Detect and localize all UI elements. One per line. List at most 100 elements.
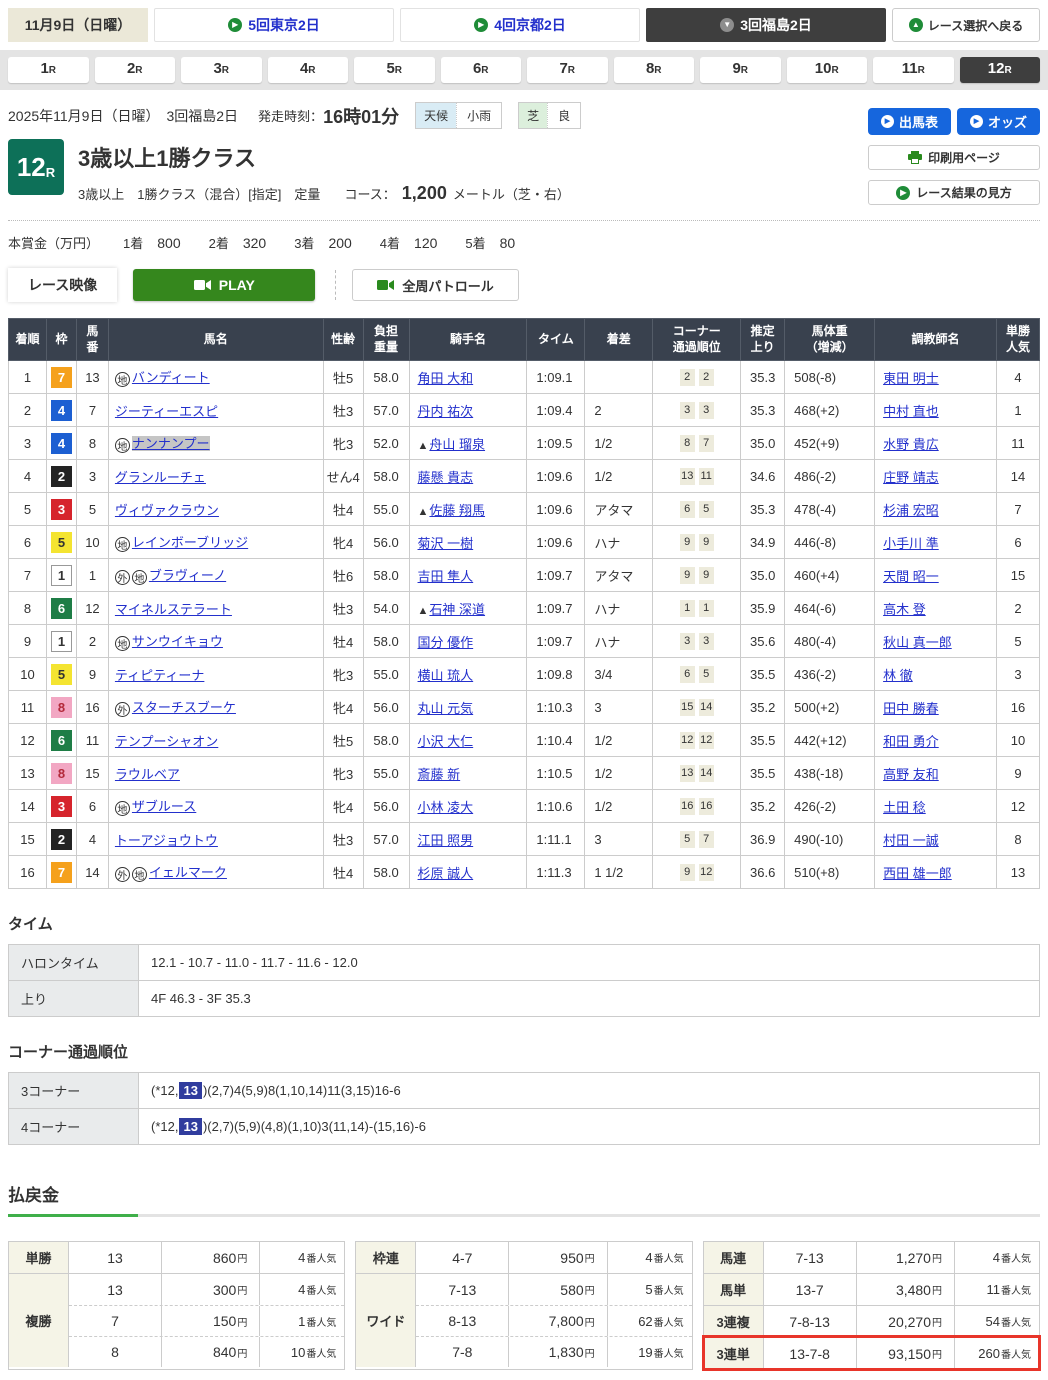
jockey-link[interactable]: 菊沢 一樹 [418, 536, 474, 551]
race-tab-9r[interactable]: 9R [700, 57, 781, 83]
prize-amount: 320 [243, 235, 266, 251]
horse-name-link[interactable]: グランルーチェ [115, 470, 206, 485]
race-tab-6r[interactable]: 6R [441, 57, 522, 83]
yen-suffix: 円 [932, 1314, 942, 1329]
trainer-link[interactable]: 西田 雄一郎 [883, 866, 952, 881]
horse-name-link[interactable]: マイネルステラート [115, 602, 232, 617]
trainer-link[interactable]: 秋山 真一郎 [883, 635, 952, 650]
race-tab-11r[interactable]: 11R [873, 57, 954, 83]
trainer-link[interactable]: 土田 稔 [883, 800, 926, 815]
win-popularity: 15 [996, 559, 1039, 592]
finish-time: 1:09.5 [527, 427, 585, 460]
jockey-link[interactable]: 角田 大和 [418, 371, 474, 386]
trainer-link[interactable]: 高野 友和 [883, 767, 939, 782]
horse-weight: 438(-18) [785, 757, 875, 790]
horse-name-link[interactable]: トーアジョウトウ [115, 833, 218, 848]
jockey-link[interactable]: 小林 凌大 [418, 800, 474, 815]
bet-combination: 4-7 [416, 1242, 508, 1273]
payout-amount: 20,270円 [856, 1306, 955, 1337]
bet-combination: 13-7 [764, 1274, 856, 1305]
estimated-last-3f: 35.9 [741, 592, 785, 625]
jockey-link[interactable]: 吉田 隼人 [418, 569, 474, 584]
odds-button[interactable]: ▶ オッズ [957, 108, 1040, 135]
trainer-link[interactable]: 水野 貴広 [883, 437, 939, 452]
trainer-link[interactable]: 村田 一誠 [883, 833, 939, 848]
horse-name-link[interactable]: ティピティーナ [115, 668, 204, 683]
race-tab-7r[interactable]: 7R [527, 57, 608, 83]
trainer-link[interactable]: 杉浦 宏昭 [883, 503, 939, 518]
race-tab-4r[interactable]: 4R [268, 57, 349, 83]
horse-name-link[interactable]: ヴィヴァクラウン [115, 503, 219, 518]
race-tab-12r[interactable]: 12R [960, 57, 1041, 83]
horse-name-link[interactable]: サンウイキョウ [132, 634, 223, 649]
trainer-cell: 土田 稔 [875, 790, 997, 823]
trainer-link[interactable]: 東田 明士 [883, 371, 939, 386]
trainer-link[interactable]: 小手川 準 [883, 536, 939, 551]
trainer-link[interactable]: 庄野 靖志 [883, 470, 939, 485]
horse-name-link[interactable]: ナンナンプー [132, 436, 210, 451]
win-popularity: 14 [996, 460, 1039, 493]
trainer-link[interactable]: 林 徹 [883, 668, 913, 683]
table-row: 3コーナー (*12,13)(2,7)4(5,9)8(1,10,14)11(3,… [9, 1073, 1040, 1109]
race-tab-10r[interactable]: 10R [787, 57, 868, 83]
race-tab-5r[interactable]: 5R [354, 57, 435, 83]
result-guide-button[interactable]: ▶ レース結果の見方 [868, 180, 1040, 205]
horse-name-link[interactable]: ザブルース [132, 799, 196, 814]
race-tab-1r[interactable]: 1R [8, 57, 89, 83]
venue-tab[interactable]: ▼3回福島2日 [646, 8, 886, 42]
jockey-link[interactable]: 国分 優作 [418, 635, 474, 650]
horse-name-link[interactable]: ブラヴィーノ [149, 568, 226, 583]
horse-name-link[interactable]: レインボーブリッジ [132, 535, 248, 550]
result-row: 711外地ブラヴィーノ牡658.0吉田 隼人1:09.7アタマ9935.0460… [9, 559, 1040, 592]
horse-name-link[interactable]: ジーティーエスピ [115, 404, 218, 419]
trainer-link[interactable]: 中村 直也 [883, 404, 939, 419]
jockey-link[interactable]: 小沢 大仁 [418, 734, 474, 749]
venue-tab[interactable]: ▶4回京都2日 [400, 8, 640, 42]
play-button[interactable]: PLAY [133, 269, 315, 301]
horse-name-link[interactable]: スターチスブーケ [132, 700, 236, 715]
trainer-link[interactable]: 天間 昭一 [883, 569, 939, 584]
horse-name-link[interactable]: イェルマーク [149, 865, 227, 880]
jockey-link[interactable]: 丸山 元気 [418, 701, 474, 716]
jockey-link[interactable]: 横山 琉人 [418, 668, 474, 683]
horse-number: 6 [76, 790, 108, 823]
trainer-link[interactable]: 田中 勝春 [883, 701, 939, 716]
horse-name-link[interactable]: ラウルベア [115, 767, 180, 782]
print-page-button[interactable]: 印刷用ページ [868, 145, 1040, 170]
horse-name-link[interactable]: テンプーシャオン [115, 734, 218, 749]
jockey-link[interactable]: 丹内 祐次 [418, 404, 474, 419]
column-header: 性齢 [323, 319, 363, 361]
jockey-link[interactable]: 斎藤 新 [418, 767, 461, 782]
payout-popularity: 4番人気 [608, 1242, 692, 1273]
jockey-link[interactable]: 石神 深道 [429, 602, 485, 617]
shutsuba-button[interactable]: ▶ 出馬表 [868, 108, 951, 135]
horse-name-cell: 地バンディート [108, 361, 323, 394]
jockey-link[interactable]: 藤懸 貴志 [418, 470, 474, 485]
jockey-link[interactable]: 江田 照男 [418, 833, 474, 848]
corner-position-box: 13 [680, 765, 695, 782]
chevron-right-icon: ▶ [881, 115, 894, 128]
race-tab-8r[interactable]: 8R [614, 57, 695, 83]
race-tab-number: 8 [646, 60, 654, 77]
bet-type-label: ワイド [356, 1274, 416, 1367]
trainer-link[interactable]: 高木 登 [883, 602, 926, 617]
frame-number-badge: 1 [51, 631, 72, 652]
horse-number: 12 [76, 592, 108, 625]
jockey-link[interactable]: 舟山 瑠泉 [429, 437, 485, 452]
jockey-link[interactable]: 佐藤 翔馬 [429, 503, 485, 518]
venue-tab[interactable]: ▶5回東京2日 [154, 8, 394, 42]
horse-name-link[interactable]: バンディート [132, 370, 210, 385]
race-tab-2r[interactable]: 2R [95, 57, 176, 83]
patrol-video-button[interactable]: 全周パトロール [352, 269, 518, 301]
corner-position-box: 14 [699, 765, 714, 782]
carried-weight: 58.0 [363, 724, 409, 757]
jockey-link[interactable]: 杉原 誠人 [418, 866, 474, 881]
popularity-suffix: 番人気 [1001, 1346, 1031, 1361]
race-tab-3r[interactable]: 3R [181, 57, 262, 83]
frame-number-badge: 5 [51, 664, 72, 685]
trainer-link[interactable]: 和田 勇介 [883, 734, 939, 749]
column-header: 着差 [585, 319, 653, 361]
payout-amount: 150円 [161, 1306, 260, 1336]
corner-position-box: 13 [680, 468, 695, 485]
back-to-race-select-button[interactable]: ▲ レース選択へ戻る [892, 8, 1040, 42]
